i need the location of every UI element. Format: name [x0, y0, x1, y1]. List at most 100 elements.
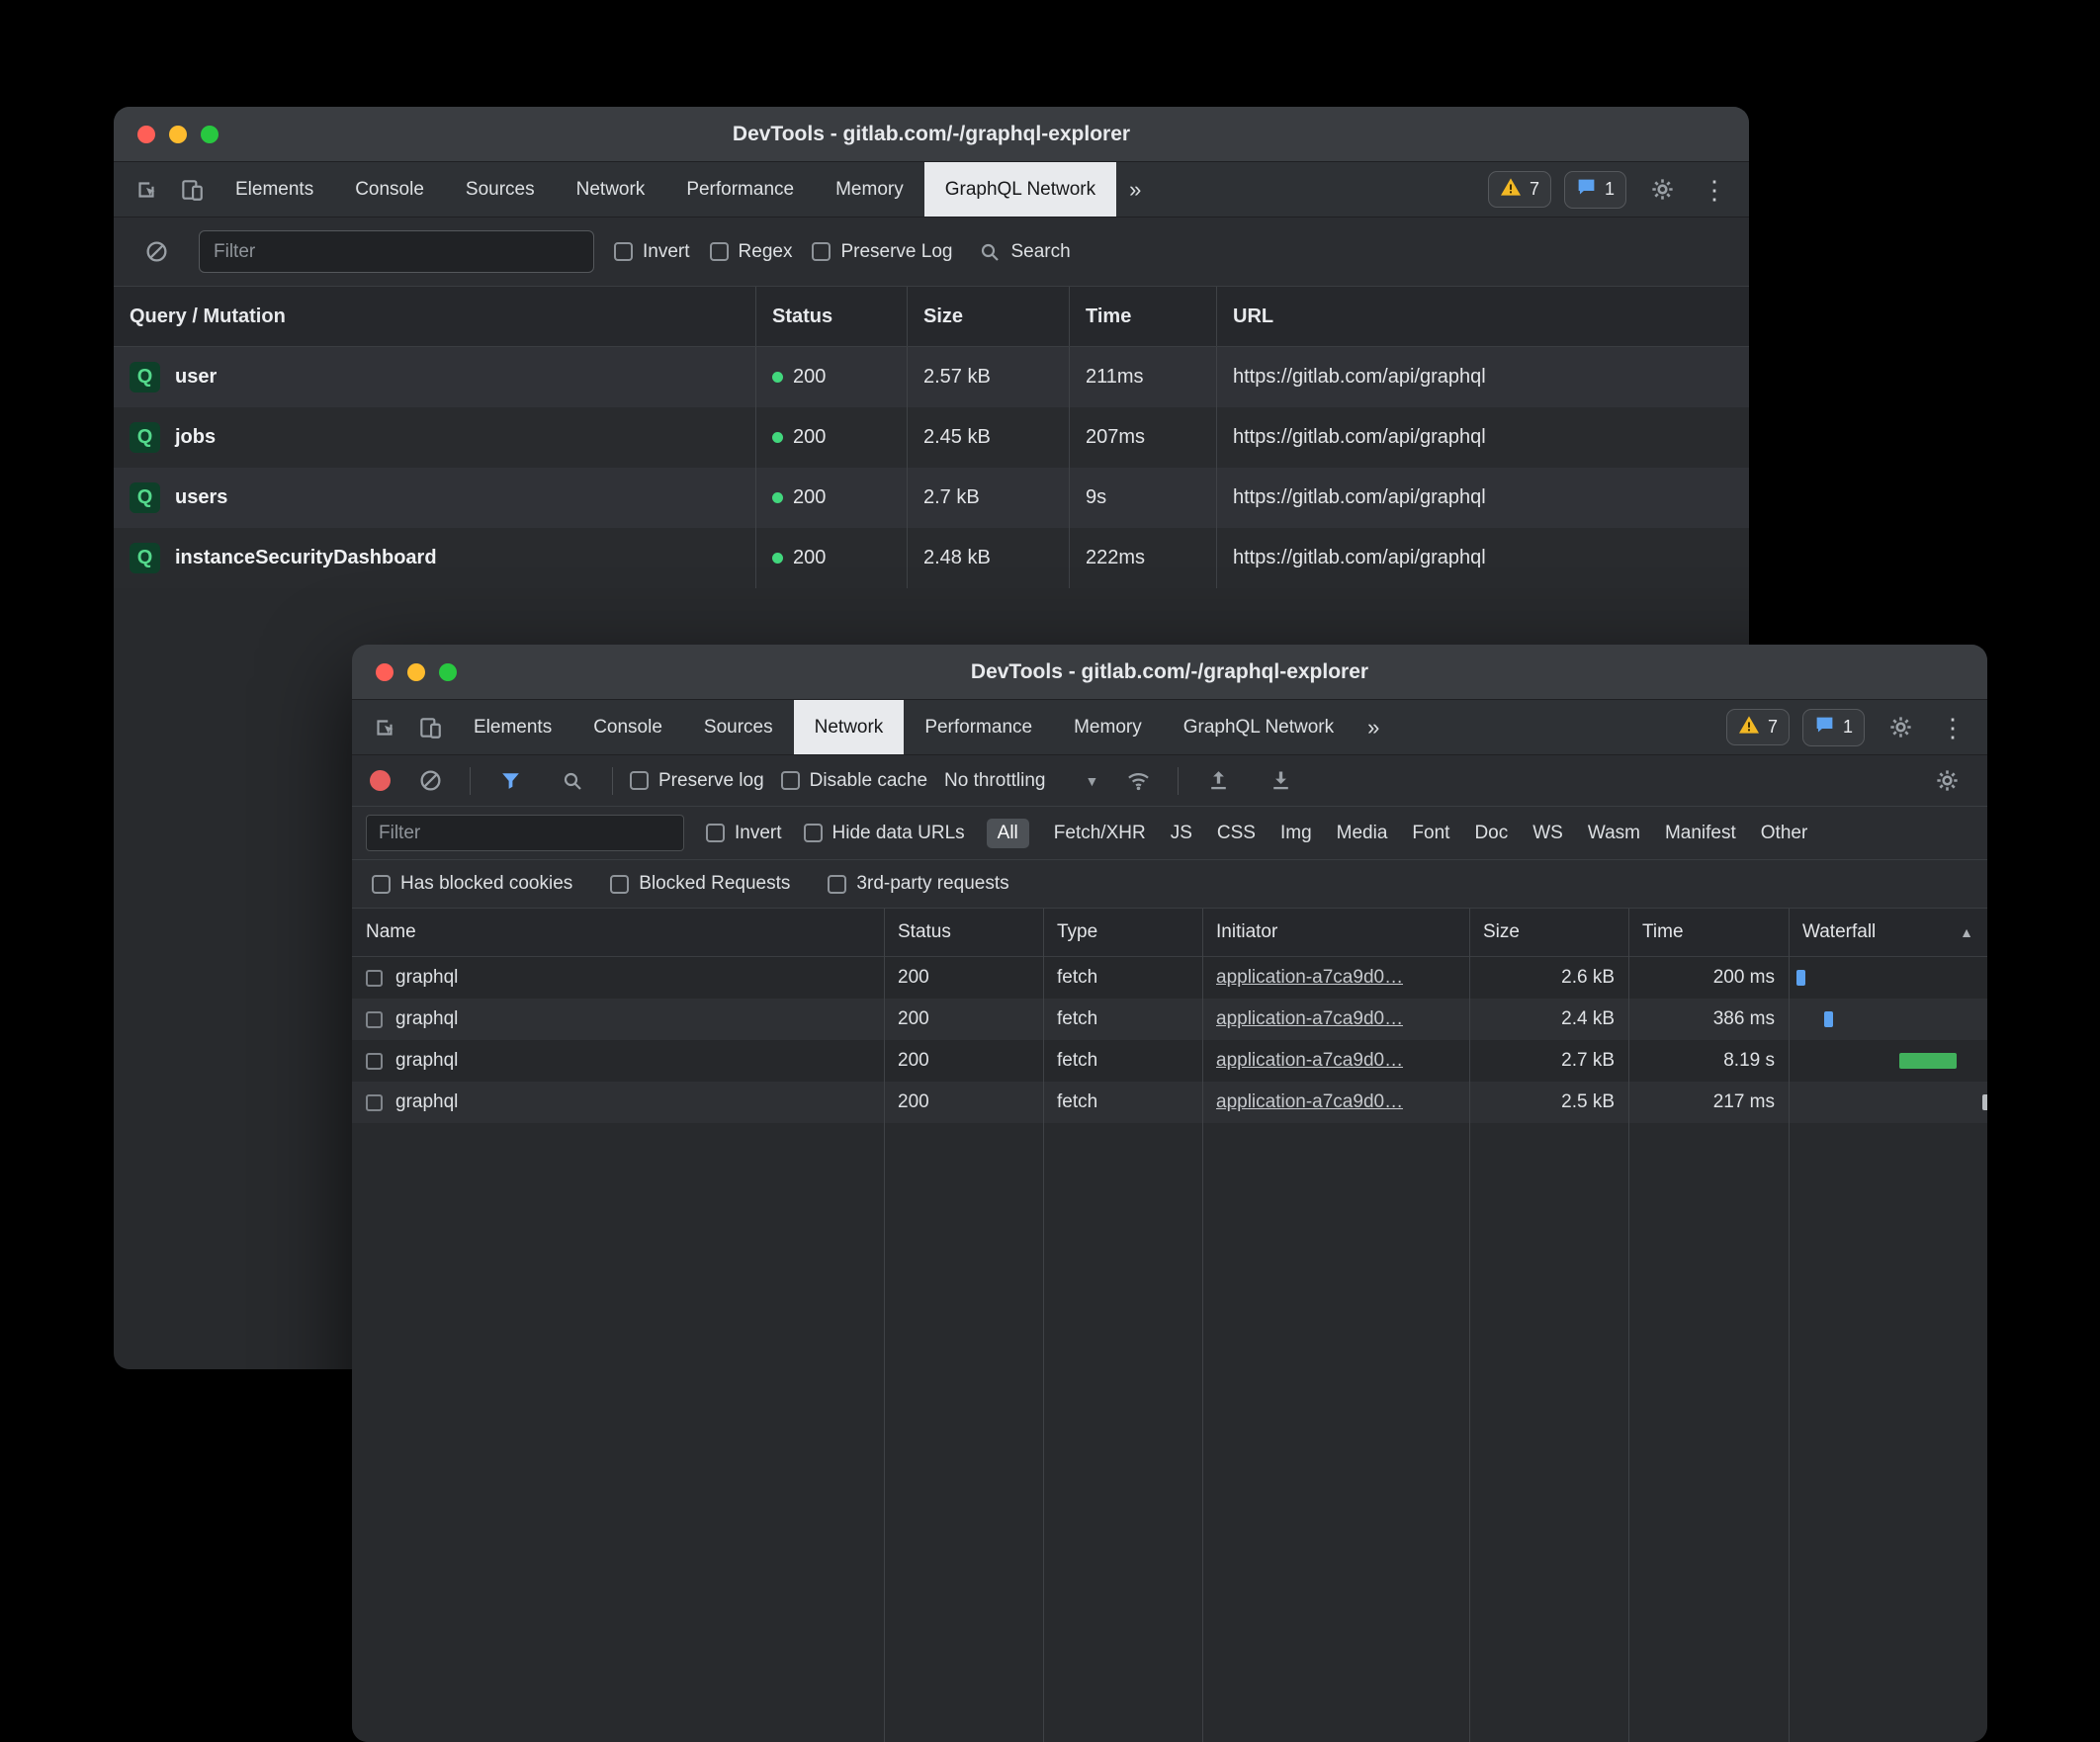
hide-data-urls-checkbox[interactable]: [804, 824, 823, 842]
column-header-time[interactable]: Time: [1628, 909, 1789, 956]
row-checkbox[interactable]: [366, 1094, 383, 1111]
blocked-requests-checkbox[interactable]: [610, 875, 629, 894]
more-tabs-chevron[interactable]: »: [1116, 162, 1154, 217]
filter-type-js[interactable]: JS: [1171, 823, 1192, 844]
column-header-type[interactable]: Type: [1043, 909, 1202, 956]
column-header-name[interactable]: Name: [352, 909, 884, 956]
filter-type-ws[interactable]: WS: [1532, 823, 1563, 844]
tab-network[interactable]: Network: [794, 700, 905, 754]
minimize-button[interactable]: [169, 126, 187, 143]
tab-performance[interactable]: Performance: [665, 162, 815, 217]
table-row[interactable]: graphql 200 fetch application-a7ca9d0… 2…: [352, 1040, 1987, 1082]
filter-funnel-icon[interactable]: [487, 768, 533, 793]
network-settings-gear-icon[interactable]: [1924, 767, 1969, 794]
column-header-initiator[interactable]: Initiator: [1202, 909, 1469, 956]
filter-input[interactable]: [199, 230, 594, 273]
disable-cache-checkbox-group[interactable]: Disable cache: [781, 770, 927, 792]
table-row[interactable]: Q users 200 2.7 kB 9s https://gitlab.com…: [114, 468, 1749, 528]
close-button[interactable]: [376, 663, 394, 681]
filter-type-wasm[interactable]: Wasm: [1588, 823, 1640, 844]
network-conditions-icon[interactable]: [1115, 767, 1161, 794]
issues-badge[interactable]: 1: [1802, 709, 1865, 746]
preserve-log-checkbox[interactable]: [812, 242, 831, 261]
has-blocked-cookies-checkbox-group[interactable]: Has blocked cookies: [372, 873, 572, 895]
tab-console[interactable]: Console: [572, 700, 683, 754]
column-header-url[interactable]: URL: [1216, 287, 1749, 346]
record-button[interactable]: [370, 770, 391, 791]
filter-type-all[interactable]: All: [987, 819, 1029, 848]
settings-gear-icon[interactable]: [1639, 176, 1685, 203]
filter-type-media[interactable]: Media: [1337, 823, 1388, 844]
warnings-badge[interactable]: 7: [1488, 171, 1551, 208]
device-toolbar-icon[interactable]: [169, 162, 215, 217]
hide-data-urls-checkbox-group[interactable]: Hide data URLs: [804, 823, 965, 844]
regex-checkbox-group[interactable]: Regex: [710, 241, 793, 263]
filter-type-img[interactable]: Img: [1280, 823, 1312, 844]
column-header-size[interactable]: Size: [907, 287, 1069, 346]
table-row[interactable]: Q jobs 200 2.45 kB 207ms https://gitlab.…: [114, 407, 1749, 468]
tab-console[interactable]: Console: [334, 162, 445, 217]
zoom-button[interactable]: [439, 663, 457, 681]
export-har-icon[interactable]: [1258, 768, 1303, 793]
invert-checkbox[interactable]: [706, 824, 725, 842]
inspect-icon[interactable]: [362, 700, 407, 754]
table-row[interactable]: graphql 200 fetch application-a7ca9d0… 2…: [352, 999, 1987, 1040]
invert-checkbox[interactable]: [614, 242, 633, 261]
settings-gear-icon[interactable]: [1878, 714, 1923, 740]
kebab-menu-icon[interactable]: ⋮: [1936, 715, 1969, 740]
third-party-requests-checkbox[interactable]: [828, 875, 846, 894]
tab-sources[interactable]: Sources: [683, 700, 794, 754]
initiator-link[interactable]: application-a7ca9d0…: [1216, 967, 1403, 989]
filter-type-css[interactable]: CSS: [1217, 823, 1256, 844]
invert-checkbox-group[interactable]: Invert: [614, 241, 690, 263]
has-blocked-cookies-checkbox[interactable]: [372, 875, 391, 894]
preserve-log-checkbox[interactable]: [630, 771, 649, 790]
issues-badge[interactable]: 1: [1564, 171, 1626, 209]
invert-checkbox-group[interactable]: Invert: [706, 823, 782, 844]
filter-type-other[interactable]: Other: [1761, 823, 1808, 844]
column-header-status[interactable]: Status: [884, 909, 1043, 956]
filter-type-manifest[interactable]: Manifest: [1665, 823, 1736, 844]
clear-icon[interactable]: [133, 239, 179, 264]
inspect-icon[interactable]: [124, 162, 169, 217]
tab-elements[interactable]: Elements: [453, 700, 572, 754]
initiator-link[interactable]: application-a7ca9d0…: [1216, 1050, 1403, 1072]
device-toolbar-icon[interactable]: [407, 700, 453, 754]
row-checkbox[interactable]: [366, 1011, 383, 1028]
search-icon[interactable]: [550, 769, 595, 793]
third-party-requests-checkbox-group[interactable]: 3rd-party requests: [828, 873, 1008, 895]
row-checkbox[interactable]: [366, 970, 383, 987]
tab-network[interactable]: Network: [556, 162, 666, 217]
tab-sources[interactable]: Sources: [445, 162, 556, 217]
warnings-badge[interactable]: 7: [1726, 709, 1790, 745]
tab-performance[interactable]: Performance: [904, 700, 1053, 754]
preserve-log-checkbox-group[interactable]: Preserve Log: [812, 241, 952, 263]
minimize-button[interactable]: [407, 663, 425, 681]
blocked-requests-checkbox-group[interactable]: Blocked Requests: [610, 873, 790, 895]
network-filter-input[interactable]: [366, 815, 684, 851]
tab-elements[interactable]: Elements: [215, 162, 334, 217]
tab-memory[interactable]: Memory: [815, 162, 924, 217]
disable-cache-checkbox[interactable]: [781, 771, 800, 790]
table-row[interactable]: Q instanceSecurityDashboard 200 2.48 kB …: [114, 528, 1749, 588]
tab-graphql-network[interactable]: GraphQL Network: [924, 162, 1116, 217]
import-har-icon[interactable]: [1195, 768, 1241, 793]
tab-graphql-network[interactable]: GraphQL Network: [1163, 700, 1355, 754]
column-header-waterfall[interactable]: Waterfall ▲: [1789, 909, 1987, 956]
clear-icon[interactable]: [407, 768, 453, 793]
column-header-size[interactable]: Size: [1469, 909, 1628, 956]
tab-memory[interactable]: Memory: [1053, 700, 1163, 754]
preserve-log-checkbox-group[interactable]: Preserve log: [630, 770, 764, 792]
column-header-query-mutation[interactable]: Query / Mutation: [114, 287, 755, 346]
table-row[interactable]: graphql 200 fetch application-a7ca9d0… 2…: [352, 957, 1987, 999]
table-row[interactable]: Q user 200 2.57 kB 211ms https://gitlab.…: [114, 347, 1749, 407]
column-header-status[interactable]: Status: [755, 287, 907, 346]
kebab-menu-icon[interactable]: ⋮: [1698, 177, 1731, 203]
table-row[interactable]: graphql 200 fetch application-a7ca9d0… 2…: [352, 1082, 1987, 1123]
close-button[interactable]: [137, 126, 155, 143]
filter-type-font[interactable]: Font: [1412, 823, 1449, 844]
initiator-link[interactable]: application-a7ca9d0…: [1216, 1091, 1403, 1113]
regex-checkbox[interactable]: [710, 242, 729, 261]
more-tabs-chevron[interactable]: »: [1355, 700, 1392, 754]
search-button[interactable]: Search: [978, 240, 1070, 264]
